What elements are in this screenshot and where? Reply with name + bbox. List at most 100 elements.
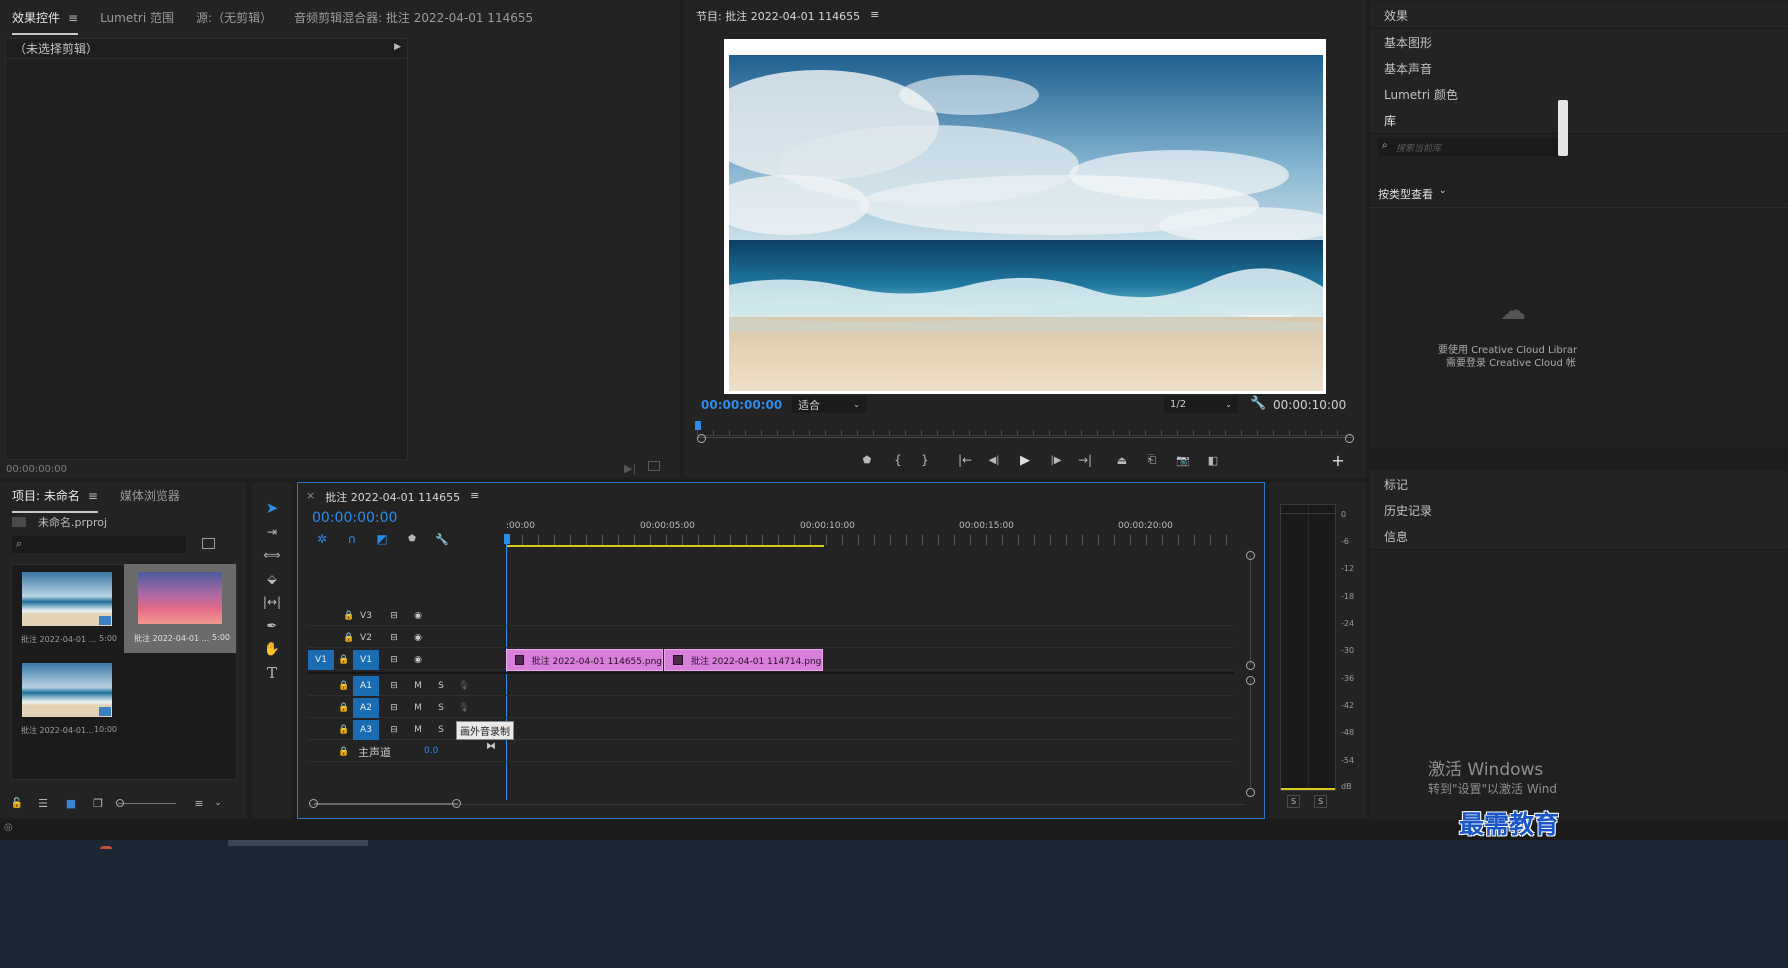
mark-out-icon[interactable]: } (918, 452, 932, 468)
work-area-bar[interactable] (506, 545, 824, 547)
vertical-scrollbar-video[interactable] (1250, 555, 1251, 665)
snap-magnet-icon[interactable]: ∩ (344, 531, 360, 547)
timeline-tab[interactable]: × 批注 2022-04-01 114655 ≡ (306, 489, 479, 505)
project-item-selected[interactable]: 批注 2022-04-01 ... 5:00 (124, 564, 236, 653)
solo-left-button[interactable]: S (1287, 795, 1300, 808)
playhead-handle[interactable] (504, 534, 510, 544)
scroll-handle[interactable] (452, 799, 461, 808)
track-select-icon[interactable]: ⇥ (262, 522, 282, 542)
tab-effect-controls[interactable]: 效果控件 ≡ (12, 5, 79, 35)
mark-in-icon[interactable]: { (891, 452, 905, 468)
icon-view-icon[interactable]: ■ (64, 796, 78, 810)
list-view-icon[interactable]: ☰ (36, 796, 50, 810)
timeline-timecode[interactable]: 00:00:00:00 (312, 510, 397, 526)
project-search-input[interactable]: ⌕ (12, 536, 186, 553)
export-frame-icon[interactable]: ▶| (624, 462, 636, 475)
scroll-handle[interactable] (1246, 551, 1255, 560)
ripple-edit-icon[interactable]: ⟺ (262, 545, 282, 565)
zoom-slider-handle[interactable] (116, 799, 124, 807)
taskbar-active-app[interactable] (228, 840, 368, 846)
panel-menu-icon[interactable]: ≡ (870, 8, 879, 24)
panel-menu-icon[interactable]: ≡ (68, 11, 78, 25)
extract-icon[interactable]: ⎗ (1143, 452, 1161, 468)
chevron-down-icon[interactable]: ⌄ (212, 796, 224, 810)
find-icon[interactable] (202, 538, 215, 549)
type-tool-icon[interactable]: T (262, 663, 282, 683)
play-icon[interactable]: ▶ (1017, 452, 1033, 468)
panel-item-essential-graphics[interactable]: 基本图形 (1370, 29, 1788, 56)
lift-icon[interactable]: ⏏ (1113, 452, 1131, 468)
panel-menu-icon[interactable]: ≡ (88, 489, 98, 503)
step-forward-icon[interactable]: |▶ (1048, 452, 1064, 468)
scroll-handle[interactable] (309, 799, 318, 808)
panel-item-markers[interactable]: 标记 (1370, 471, 1788, 498)
scroll-handle[interactable] (1246, 676, 1255, 685)
microphone-icon[interactable]: 🎙 (451, 698, 477, 718)
export-frame-camera-icon[interactable]: 📷 (1175, 452, 1191, 468)
go-to-in-icon[interactable]: |← (956, 452, 974, 468)
horizontal-scroll-thumb[interactable] (314, 803, 458, 805)
resolution-select[interactable]: 1/2 ⌄ (1164, 396, 1238, 413)
add-marker-icon[interactable]: ⬟ (404, 531, 420, 547)
sort-icon[interactable]: ≡ (192, 796, 206, 810)
timeline-clip[interactable]: 批注 2022-04-01 114714.png (664, 649, 823, 671)
library-search-input[interactable]: ⌕ 搜索当前库 (1378, 138, 1568, 156)
track-target-a3[interactable]: A3 (353, 720, 379, 740)
close-icon[interactable]: × (306, 489, 315, 505)
panel-item-essential-sound[interactable]: 基本声音 (1370, 55, 1788, 82)
timeline-settings-wrench-icon[interactable]: 🔧 (434, 531, 450, 547)
expand-arrow-icon[interactable]: ▶ (394, 42, 401, 52)
panel-item-history[interactable]: 历史记录 (1370, 497, 1788, 524)
panel-scroll-tab[interactable] (1558, 100, 1568, 156)
solo-right-button[interactable]: S (1314, 795, 1327, 808)
sync-lock-icon[interactable]: ⊟ (381, 720, 407, 740)
project-item[interactable]: 批注 2022-04-01 ... 5:00 (13, 566, 123, 648)
hand-tool-icon[interactable]: ✋ (262, 639, 282, 659)
master-volume-value[interactable]: 0.0 (424, 746, 438, 756)
fade-icon[interactable]: ⧓ (486, 741, 496, 752)
fit-select[interactable]: 适合 ⌄ (792, 396, 866, 413)
solo-button[interactable]: S (428, 720, 454, 740)
nest-icon[interactable]: ✲ (314, 531, 330, 547)
panel-item-info[interactable]: 信息 (1370, 523, 1788, 550)
zoom-slider[interactable] (118, 803, 176, 804)
program-current-time[interactable]: 00:00:00:00 (701, 398, 782, 412)
razor-tool-icon[interactable]: ⬙ (262, 569, 282, 589)
go-to-out-icon[interactable]: →| (1076, 452, 1094, 468)
tab-media-browser[interactable]: 媒体浏览器 (120, 483, 180, 508)
freeform-view-icon[interactable]: ❐ (90, 796, 106, 810)
share-icon[interactable] (648, 461, 660, 471)
eye-icon[interactable]: ◉ (405, 606, 431, 626)
add-button-icon[interactable]: + (1331, 451, 1345, 470)
project-item[interactable]: 批注 2022-04-01... 10:00 (13, 657, 123, 739)
compare-view-icon[interactable]: ◧ (1204, 452, 1222, 468)
lock-icon[interactable]: 🔓 (10, 796, 24, 810)
track-lock-icon[interactable]: 🔒 (331, 742, 357, 762)
track-target-v2[interactable]: V2 (353, 628, 379, 648)
zoom-handle-right[interactable] (1345, 434, 1354, 443)
zoom-handle-left[interactable] (697, 434, 706, 443)
playhead-marker[interactable] (695, 421, 701, 430)
eye-icon[interactable]: ◉ (405, 628, 431, 648)
sync-lock-icon[interactable]: ⊟ (381, 650, 407, 670)
tab-audio-clip-mixer[interactable]: 音频剪辑混合器: 批注 2022-04-01 114655 (294, 5, 533, 30)
selection-tool-icon[interactable]: ➤ (262, 498, 282, 518)
eye-icon[interactable]: ◉ (405, 650, 431, 670)
status-icon[interactable]: ◎ (4, 822, 13, 833)
tab-project[interactable]: 项目: 未命名 ≡ (12, 483, 98, 513)
program-time-ruler[interactable] (697, 422, 1351, 436)
step-back-icon[interactable]: ◀| (986, 452, 1002, 468)
panel-item-libraries[interactable]: 库 (1370, 107, 1788, 134)
vertical-scrollbar-audio[interactable] (1250, 679, 1251, 789)
settings-wrench-icon[interactable]: 🔧 (1250, 396, 1266, 411)
sync-lock-icon[interactable]: ⊟ (381, 698, 407, 718)
track-target-v3[interactable]: V3 (353, 606, 379, 626)
track-target-v1[interactable]: V1 (353, 650, 379, 670)
scroll-handle[interactable] (1246, 788, 1255, 797)
tab-source[interactable]: 源:（无剪辑） (196, 5, 272, 30)
slip-tool-icon[interactable]: |↔| (262, 592, 282, 612)
track-target-a1[interactable]: A1 (353, 676, 379, 696)
taskbar-app-icon[interactable] (100, 846, 112, 849)
sync-lock-icon[interactable]: ⊟ (381, 628, 407, 648)
time-ruler[interactable]: :00:00 00:00:05:00 00:00:10:00 00:00:15:… (506, 521, 1238, 547)
